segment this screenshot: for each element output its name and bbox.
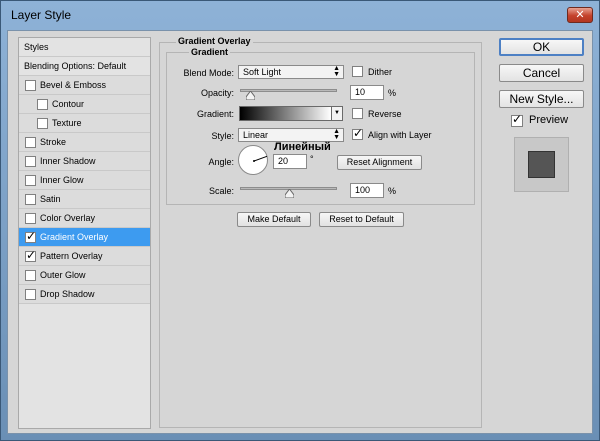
style-list-item-label: Drop Shadow (40, 289, 95, 299)
blend-mode-label: Blend Mode: (183, 68, 234, 78)
style-list-item-label: Bevel & Emboss (40, 80, 107, 90)
style-list-item-label: Inner Glow (40, 175, 84, 185)
scale-unit: % (388, 186, 397, 196)
style-list-item-label: Satin (40, 194, 61, 204)
style-list-item[interactable]: Contour (19, 95, 150, 114)
style-list-item-label: Pattern Overlay (40, 251, 103, 261)
opacity-label: Opacity: (200, 88, 234, 98)
style-checkbox[interactable] (25, 270, 36, 281)
scale-input[interactable]: 100 (350, 183, 384, 198)
style-list-item[interactable]: Color Overlay (19, 209, 150, 228)
gradient-dropdown-button[interactable]: ▼ (331, 106, 343, 121)
style-checkbox[interactable]: ✓ (25, 229, 37, 243)
style-list-item[interactable]: ✓ Gradient Overlay (19, 228, 150, 247)
style-list-item[interactable]: Texture (19, 114, 150, 133)
style-list-item-label: Texture (52, 118, 82, 128)
dither-checkbox[interactable] (352, 66, 363, 77)
style-list-item[interactable]: Inner Shadow (19, 152, 150, 171)
ok-button[interactable]: OK (499, 38, 584, 56)
cancel-button[interactable]: Cancel (499, 64, 584, 82)
checkmark-icon: ✓ (26, 248, 37, 262)
angle-label: Angle: (208, 157, 234, 167)
style-checkbox[interactable]: ✓ (25, 248, 37, 262)
scale-label: Scale: (208, 186, 234, 196)
style-list-item-label: Gradient Overlay (40, 232, 109, 242)
style-select[interactable]: Linear ▲ ▼ (238, 128, 344, 142)
style-label: Style: (211, 131, 234, 141)
preview-thumbnail (514, 137, 569, 192)
angle-needle-icon (253, 155, 268, 162)
reset-to-default-button[interactable]: Reset to Default (319, 212, 404, 227)
close-button[interactable]: ✕ (567, 7, 593, 23)
style-list-item-label: Color Overlay (40, 213, 96, 223)
layer-style-window: Layer Style ✕ Styles Blending Options: De… (0, 0, 600, 441)
align-with-layer-checkbox[interactable]: ✓ (352, 126, 364, 140)
preview-label: Preview (529, 114, 569, 126)
style-checkbox[interactable] (25, 137, 36, 148)
updown-arrows-icon: ▲ ▼ (333, 65, 340, 78)
opacity-unit: % (388, 88, 397, 98)
style-list-item-label: Outer Glow (40, 270, 86, 280)
style-list-item-label: Styles (24, 42, 49, 52)
angle-dial[interactable] (238, 145, 268, 175)
style-list-item-label: Blending Options: Default (24, 61, 127, 71)
style-list-item[interactable]: Inner Glow (19, 171, 150, 190)
style-list-item[interactable]: Bevel & Emboss (19, 76, 150, 95)
style-list-item[interactable]: Styles (19, 38, 150, 57)
style-list-item[interactable]: Outer Glow (19, 266, 150, 285)
group-title: Gradient (189, 47, 231, 57)
make-default-button[interactable]: Make Default (237, 212, 311, 227)
angle-unit: ° (310, 154, 314, 164)
preview-swatch (528, 151, 555, 178)
style-list-item-label: Inner Shadow (40, 156, 96, 166)
opacity-input[interactable]: 10 (350, 85, 384, 100)
style-list-item[interactable]: Stroke (19, 133, 150, 152)
reset-alignment-button[interactable]: Reset Alignment (337, 155, 422, 170)
preview-checkbox[interactable]: ✓ (511, 112, 523, 127)
window-title: Layer Style (11, 8, 72, 22)
opacity-slider-thumb[interactable] (245, 91, 255, 100)
style-list-item-label: Stroke (40, 137, 67, 147)
style-checkbox[interactable] (25, 156, 36, 167)
scale-slider-thumb[interactable] (284, 189, 294, 198)
style-checkbox[interactable] (25, 213, 36, 224)
style-checkbox[interactable] (37, 118, 48, 129)
reverse-checkbox[interactable] (352, 108, 363, 119)
overlay-annotation: Линейный (274, 141, 331, 153)
style-checkbox[interactable] (25, 175, 36, 186)
style-list-item[interactable]: Blending Options: Default (19, 57, 150, 76)
align-with-layer-label: Align with Layer (368, 130, 432, 140)
style-checkbox[interactable] (25, 194, 36, 205)
angle-input[interactable]: 20 (273, 154, 307, 169)
checkmark-icon: ✓ (26, 229, 37, 243)
gradient-swatch[interactable] (239, 106, 332, 121)
updown-arrows-icon: ▲ ▼ (333, 128, 340, 141)
reverse-label: Reverse (368, 109, 402, 119)
style-list-item-label: Contour (52, 99, 85, 109)
style-checkbox[interactable] (25, 289, 36, 300)
checkmark-icon: ✓ (512, 112, 523, 126)
dither-label: Dither (368, 67, 393, 77)
style-list-item[interactable]: Drop Shadow (19, 285, 150, 304)
style-checkbox[interactable] (25, 80, 36, 91)
gradient-label: Gradient: (196, 109, 234, 119)
section-title: Gradient Overlay (176, 36, 253, 46)
blend-mode-select[interactable]: Soft Light ▲ ▼ (238, 65, 344, 79)
style-list-item[interactable]: Satin (19, 190, 150, 209)
title-bar[interactable]: Layer Style ✕ (1, 1, 599, 29)
checkmark-icon: ✓ (353, 126, 364, 140)
new-style-button[interactable]: New Style... (499, 90, 584, 108)
chevron-down-icon: ▼ (334, 110, 340, 116)
dialog-body: Styles Blending Options: Default Bevel & E… (7, 30, 593, 434)
styles-list: Styles Blending Options: Default Bevel & E… (18, 37, 151, 429)
style-list-item[interactable]: ✓ Pattern Overlay (19, 247, 150, 266)
style-checkbox[interactable] (37, 99, 48, 110)
style-value: Linear (243, 130, 269, 140)
blend-mode-value: Soft Light (243, 67, 282, 77)
